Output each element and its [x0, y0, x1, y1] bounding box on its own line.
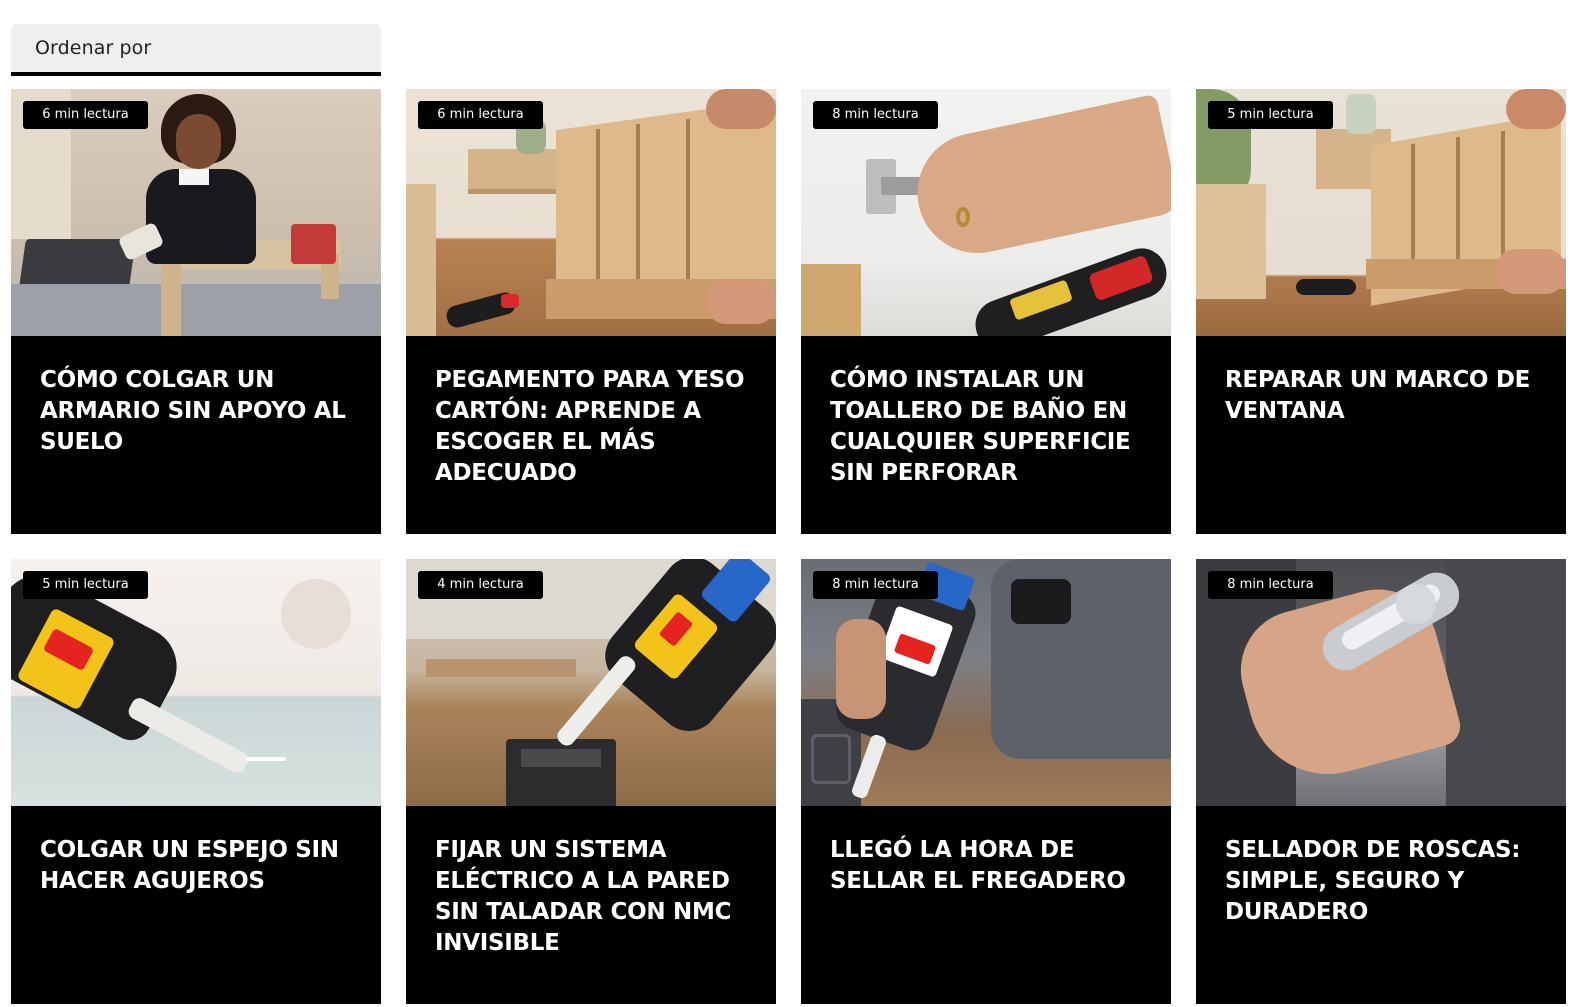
article-image: 8 min lectura: [1196, 559, 1566, 806]
article-title: SELLADOR DE ROSCAS: SIMPLE, SEGURO Y DUR…: [1225, 837, 1521, 925]
read-time-badge: 6 min lectura: [418, 101, 543, 129]
article-title: PEGAMENTO PARA YESO CARTÓN: APRENDE A ES…: [435, 367, 745, 486]
article-title: LLEGÓ LA HORA DE SELLAR EL FREGADERO: [830, 837, 1126, 894]
article-card[interactable]: 5 min lectura REPARAR UN MARCO DE VENTAN…: [1196, 89, 1566, 534]
read-time-badge: 8 min lectura: [1208, 571, 1333, 599]
sort-label: Ordenar por: [35, 37, 152, 59]
read-time-badge: 8 min lectura: [813, 571, 938, 599]
article-title: FIJAR UN SISTEMA ELÉCTRICO A LA PARED SI…: [435, 837, 732, 956]
read-time-badge: 5 min lectura: [23, 571, 148, 599]
article-image: 4 min lectura: [406, 559, 776, 806]
article-card[interactable]: 8 min lectura LLEGÓ LA HORA DE SELLAR EL…: [801, 559, 1171, 1004]
article-grid: 6 min lectura CÓMO COLGAR UN ARMARIO SIN…: [11, 89, 1566, 1004]
article-card[interactable]: 6 min lectura CÓMO COLGAR UN ARMARIO SIN…: [11, 89, 381, 534]
read-time-badge: 5 min lectura: [1208, 101, 1333, 129]
article-title: CÓMO COLGAR UN ARMARIO SIN APOYO AL SUEL…: [40, 367, 346, 455]
article-title: CÓMO INSTALAR UN TOALLERO DE BAÑO EN CUA…: [830, 367, 1131, 486]
page: Ordenar por 6 min lectura CÓMO COLGAR UN…: [0, 0, 1592, 1007]
article-card[interactable]: 6 min lectura PEGAMENTO PARA YESO CARTÓN…: [406, 89, 776, 534]
read-time-badge: 6 min lectura: [23, 101, 148, 129]
article-title: COLGAR UN ESPEJO SIN HACER AGUJEROS: [40, 837, 339, 894]
article-card[interactable]: 8 min lectura SELLADOR DE ROSCAS: SIMPLE…: [1196, 559, 1566, 1004]
read-time-badge: 8 min lectura: [813, 101, 938, 129]
article-image: 5 min lectura: [11, 559, 381, 806]
read-time-badge: 4 min lectura: [418, 571, 543, 599]
article-image: 8 min lectura: [801, 89, 1171, 336]
sort-dropdown[interactable]: Ordenar por: [11, 24, 381, 76]
article-card[interactable]: 8 min lectura CÓMO INSTALAR UN TOALLERO …: [801, 89, 1171, 534]
article-card[interactable]: 4 min lectura FIJAR UN SISTEMA ELÉCTRICO…: [406, 559, 776, 1004]
article-image: 6 min lectura: [11, 89, 381, 336]
article-title: REPARAR UN MARCO DE VENTANA: [1225, 367, 1531, 424]
article-image: 8 min lectura: [801, 559, 1171, 806]
article-image: 5 min lectura: [1196, 89, 1566, 336]
article-card[interactable]: 5 min lectura COLGAR UN ESPEJO SIN HACER…: [11, 559, 381, 1004]
article-image: 6 min lectura: [406, 89, 776, 336]
